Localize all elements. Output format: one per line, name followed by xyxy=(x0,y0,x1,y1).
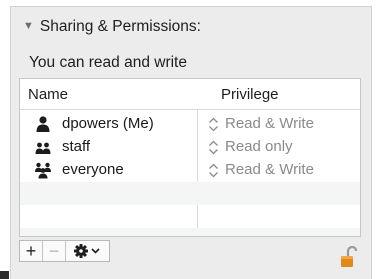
column-header-privilege[interactable]: Privilege xyxy=(221,86,279,103)
row-name: dpowers (Me) xyxy=(62,115,154,132)
action-menu-button[interactable] xyxy=(66,241,109,261)
permissions-table: Name Privilege dpowers (Me) Read & Write… xyxy=(19,78,361,237)
privilege-stepper-icon[interactable] xyxy=(208,162,219,179)
row-privilege-select[interactable]: Read & Write xyxy=(225,161,314,178)
table-row[interactable]: everyone Read & Write xyxy=(20,159,360,182)
table-row[interactable]: staff Read only xyxy=(20,136,360,159)
empty-table-row xyxy=(20,182,360,205)
section-header[interactable]: ▼ Sharing & Permissions: xyxy=(23,18,201,36)
privilege-stepper-icon[interactable] xyxy=(208,139,219,156)
disclosure-triangle-icon[interactable]: ▼ xyxy=(23,20,34,32)
remove-user-button[interactable]: − xyxy=(43,241,66,261)
padlock-icon[interactable] xyxy=(338,245,358,269)
row-privilege-select[interactable]: Read & Write xyxy=(225,115,314,132)
empty-table-row xyxy=(20,228,360,236)
everyone-users-icon xyxy=(35,162,51,179)
table-header: Name Privilege xyxy=(20,79,360,110)
access-status-text: You can read and write xyxy=(29,54,187,71)
privilege-stepper-icon[interactable] xyxy=(208,116,219,133)
row-name: staff xyxy=(62,138,91,155)
gear-icon xyxy=(73,244,100,258)
table-row[interactable]: dpowers (Me) Read & Write xyxy=(20,113,360,136)
add-icon: + xyxy=(25,241,37,261)
remove-icon: − xyxy=(48,241,60,261)
window-corner-fragment xyxy=(0,271,9,279)
group-users-icon xyxy=(35,142,51,154)
column-header-name[interactable]: Name xyxy=(28,86,68,103)
add-user-button[interactable]: + xyxy=(20,241,43,261)
row-privilege-select[interactable]: Read only xyxy=(225,138,293,155)
section-title: Sharing & Permissions: xyxy=(39,18,201,35)
permissions-toolbar: + − xyxy=(19,240,110,262)
row-name: everyone xyxy=(62,161,124,178)
single-user-icon xyxy=(36,116,50,132)
